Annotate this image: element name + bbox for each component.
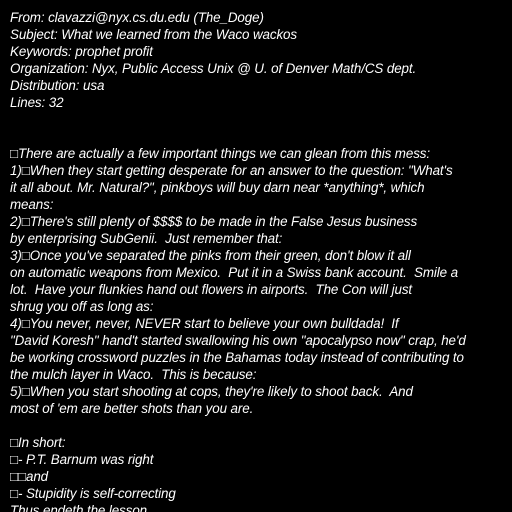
body-line: □□and xyxy=(10,469,49,484)
body-line: be working crossword puzzles in the Baha… xyxy=(10,350,464,365)
body-line: by enterprising SubGenii. Just remember … xyxy=(10,231,283,246)
body-line: □In short: xyxy=(10,435,66,450)
header-lines: Lines: 32 xyxy=(10,95,64,110)
message-viewer: From: clavazzi@nyx.cs.du.edu (The_Doge) … xyxy=(0,0,512,512)
body-line: lot. Have your flunkies hand out flowers… xyxy=(10,282,413,297)
message-body: □There are actually a few important thin… xyxy=(10,145,510,512)
body-line: 4)□You never, never, NEVER start to beli… xyxy=(10,316,399,331)
body-line: shrug you off as long as: xyxy=(10,299,154,314)
body-line: it all about. Mr. Natural?", pinkboys wi… xyxy=(10,180,425,195)
body-line: □- Stupidity is self-correcting xyxy=(10,486,176,501)
body-line: 2)□There's still plenty of $$$$ to be ma… xyxy=(10,214,418,229)
body-line: "David Koresh" hand't started swallowing… xyxy=(10,333,466,348)
body-line: 5)□When you start shooting at cops, they… xyxy=(10,384,413,399)
header-subject: Subject: What we learned from the Waco w… xyxy=(10,27,298,42)
body-line: on automatic weapons from Mexico. Put it… xyxy=(10,265,458,280)
body-line: 3)□Once you've separated the pinks from … xyxy=(10,248,411,263)
header-distribution: Distribution: usa xyxy=(10,78,105,93)
message-headers: From: clavazzi@nyx.cs.du.edu (The_Doge) … xyxy=(10,9,510,111)
header-from: From: clavazzi@nyx.cs.du.edu (The_Doge) xyxy=(10,10,264,25)
body-line: 1)□When they start getting desperate for… xyxy=(10,163,453,178)
header-keywords: Keywords: prophet profit xyxy=(10,44,153,59)
body-line: □There are actually a few important thin… xyxy=(10,146,431,161)
body-line xyxy=(10,417,510,434)
body-line: □- P.T. Barnum was right xyxy=(10,452,154,467)
body-line: most of 'em are better shots than you ar… xyxy=(10,401,254,416)
body-line: the mulch layer in Waco. This is because… xyxy=(10,367,257,382)
body-line: means: xyxy=(10,197,54,212)
body-line: Thus endeth the lesson. xyxy=(10,503,151,512)
header-organization: Organization: Nyx, Public Access Unix @ … xyxy=(10,61,417,76)
